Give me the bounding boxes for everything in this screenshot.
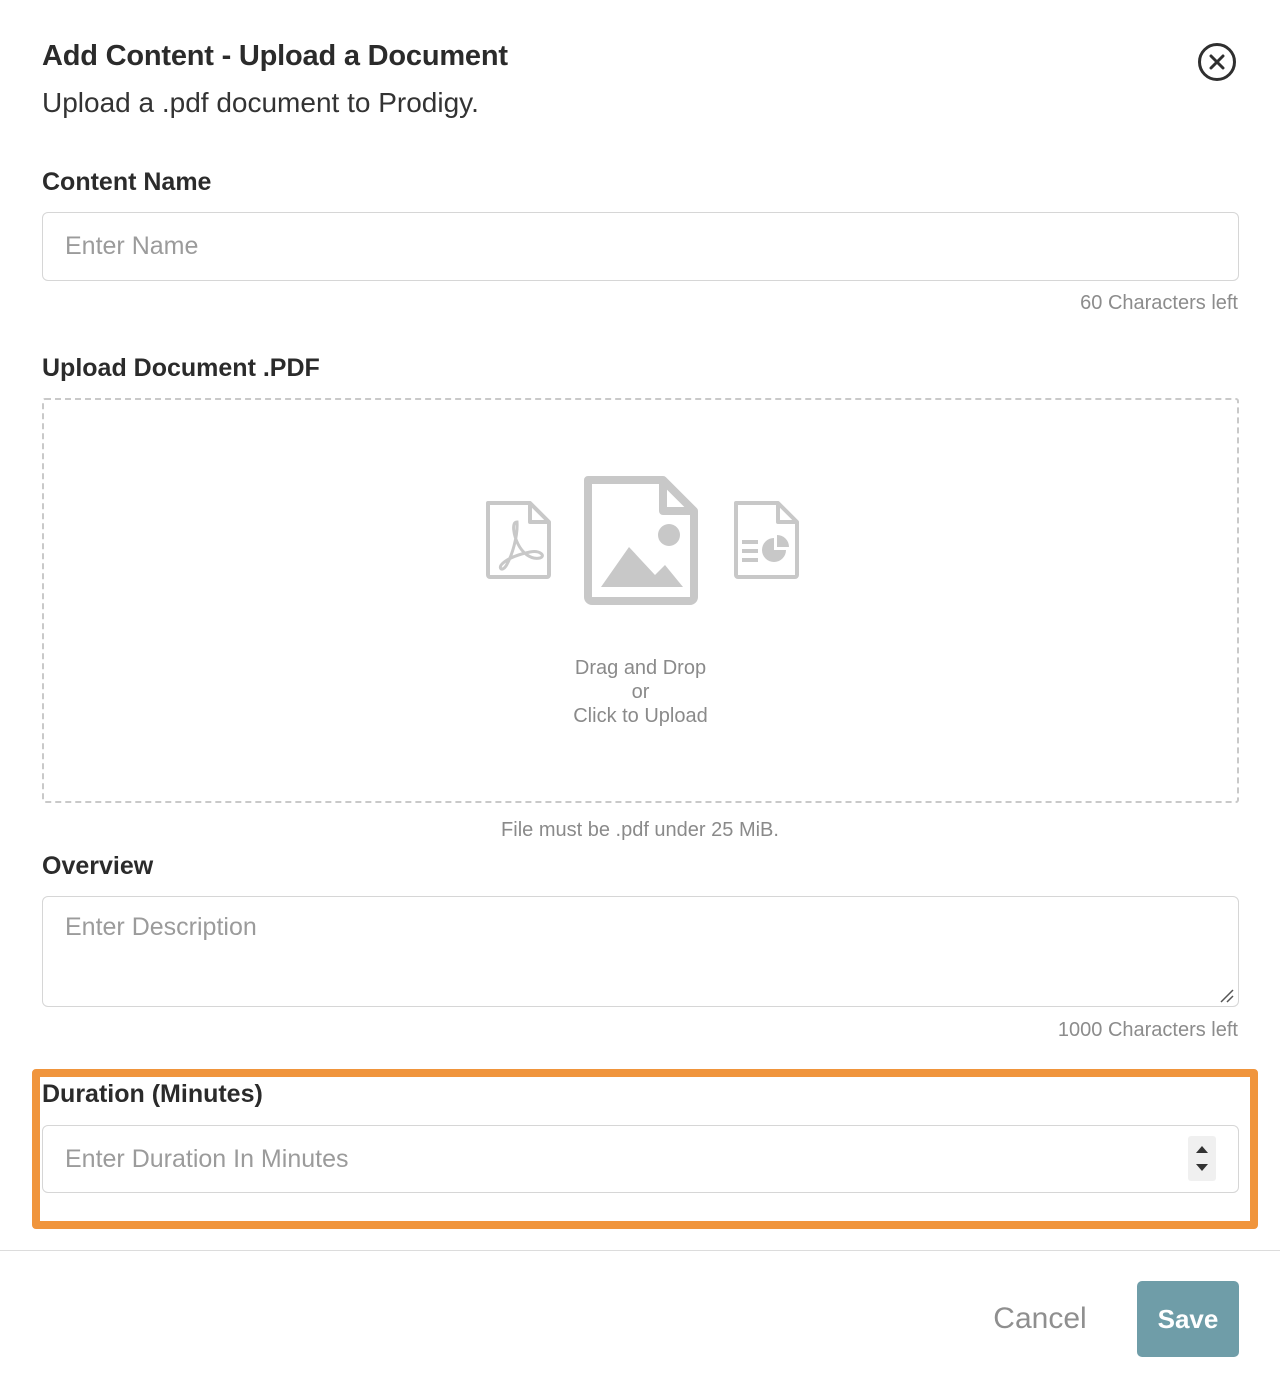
cancel-button[interactable]: Cancel — [980, 1292, 1100, 1346]
upload-hint: File must be .pdf under 25 MiB. — [501, 819, 779, 841]
resize-grip-icon[interactable] — [1218, 987, 1234, 1003]
upload-label: Upload Document .PDF — [42, 354, 320, 382]
overview-label: Overview — [42, 852, 154, 880]
chart-document-icon — [734, 501, 799, 579]
upload-icons — [44, 472, 1237, 612]
drop-text-line2: or — [631, 681, 650, 703]
content-name-counter: 60 Characters left — [1080, 292, 1238, 314]
chevron-down-icon[interactable] — [1195, 1163, 1209, 1172]
close-button[interactable] — [1198, 43, 1236, 81]
overview-counter: 1000 Characters left — [1057, 1019, 1238, 1041]
drop-text-line3: Click to Upload — [573, 705, 708, 727]
modal-subtitle: Upload a .pdf document to Prodigy. — [42, 87, 479, 118]
duration-field — [42, 1125, 1239, 1193]
pdf-file-icon — [486, 501, 551, 579]
close-icon — [1209, 54, 1225, 70]
image-file-icon — [584, 476, 698, 605]
footer-divider — [0, 1250, 1280, 1251]
chevron-up-icon[interactable] — [1195, 1145, 1209, 1154]
content-name-input[interactable] — [42, 212, 1239, 281]
upload-dropzone[interactable]: Drag and Drop or Click to Upload — [42, 398, 1239, 803]
save-button[interactable]: Save — [1137, 1281, 1239, 1357]
content-name-label: Content Name — [42, 168, 212, 196]
overview-textarea[interactable] — [42, 896, 1239, 1007]
duration-stepper[interactable] — [1188, 1136, 1216, 1181]
add-content-modal: Add Content - Upload a Document Upload a… — [0, 0, 1280, 1378]
drop-text-line1: Drag and Drop — [574, 657, 707, 679]
modal-title: Add Content - Upload a Document — [42, 40, 508, 72]
duration-input[interactable] — [42, 1125, 1239, 1193]
duration-label: Duration (Minutes) — [42, 1080, 263, 1108]
